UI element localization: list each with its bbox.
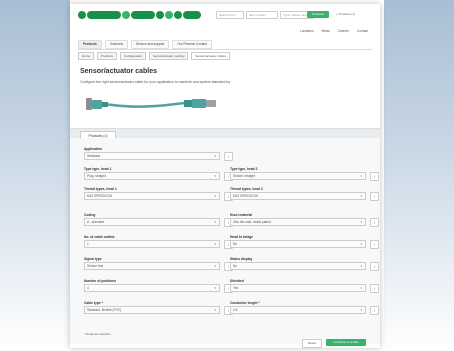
head-bridge-select[interactable]: No ▾ <box>230 240 366 248</box>
field-type-head2: Type type, head 2 Socket, straight ▾ <box>230 167 366 180</box>
signal-type-select[interactable]: Sensor bus ▾ <box>84 262 220 270</box>
search-button[interactable]: Products <box>307 11 329 18</box>
search-input-term[interactable]: Search term <box>216 11 244 19</box>
cable-product-image <box>86 98 216 110</box>
field-label: Conductor length * <box>230 301 260 305</box>
knurl-select[interactable]: Zinc die-cast, nickel-plated ▾ <box>230 218 366 226</box>
required-mark: * <box>101 301 103 305</box>
socket-head-right <box>184 99 216 108</box>
field-shielded: Shielded Yes ▾ <box>230 279 366 292</box>
field-positions: Number of positions 4 ▾ <box>84 279 220 292</box>
info-icon[interactable]: i <box>224 152 233 161</box>
field-coding: Coding A - standard ▾ <box>84 213 220 226</box>
breadcrumb: Home Products Configurators Sensor/actua… <box>78 52 231 60</box>
nav-tab-products[interactable]: Products <box>78 40 102 49</box>
cable-line <box>107 101 185 108</box>
info-icon[interactable]: i <box>370 306 379 315</box>
nav-news[interactable]: News <box>322 29 330 33</box>
field-signal-type: Signal type Sensor bus ▾ <box>84 257 220 270</box>
field-head-bridge: Head to bridge No ▾ <box>230 235 366 248</box>
nav-locations[interactable]: Locations <box>300 29 314 33</box>
type-head1-select[interactable]: Plug, straight ▾ <box>84 172 220 180</box>
company-logo[interactable] <box>78 9 201 20</box>
cart-link[interactable]: + Products (1) <box>336 12 355 16</box>
user-nav: Locations News Careers Contact <box>300 29 368 33</box>
field-thread-head1: Thread types, head 1 M12 SPEEDCON ▾ <box>84 187 220 200</box>
info-icon[interactable]: i <box>370 240 379 249</box>
coding-select[interactable]: A - standard ▾ <box>84 218 220 226</box>
info-icon[interactable]: i <box>370 192 379 201</box>
background-right <box>384 0 454 351</box>
required-note: * Required selection <box>84 332 111 336</box>
main-nav: Products Solutions Service and support O… <box>78 40 372 50</box>
field-label: Number of positions <box>84 279 117 283</box>
positions-select[interactable]: 4 ▾ <box>84 284 220 292</box>
field-label: Knurl material <box>230 213 253 217</box>
page-subtitle: Configure the right sensor/actuator cabl… <box>80 80 231 84</box>
breadcrumb-configurators[interactable]: Configurators <box>119 52 146 60</box>
continue-button[interactable]: Continue to results <box>326 339 366 346</box>
field-label: Type type, head 2 <box>230 167 258 171</box>
cable-outlets-select[interactable]: 1 ▾ <box>84 240 220 248</box>
plug-head-left <box>86 98 108 110</box>
field-conductor-length: Conductor length * 0.5 ▾ <box>230 301 366 314</box>
nav-tab-service[interactable]: Service and support <box>130 40 170 49</box>
status-display-select[interactable]: No ▾ <box>230 262 366 270</box>
page-title: Sensor/actuator cables <box>80 68 158 75</box>
type-head2-select[interactable]: Socket, straight ▾ <box>230 172 366 180</box>
shielded-select[interactable]: Yes ▾ <box>230 284 366 292</box>
reset-button[interactable]: Reset <box>302 339 322 348</box>
search-input-item[interactable]: Item number <box>246 11 278 19</box>
breadcrumb-current: Sensor/actuator cables <box>191 52 231 60</box>
field-label: Signal type <box>84 257 102 261</box>
info-icon[interactable]: i <box>370 262 379 271</box>
nav-careers[interactable]: Careers <box>338 29 349 33</box>
field-application: Application Standard ▾ <box>84 147 220 160</box>
field-label: Head to bridge <box>230 235 254 239</box>
field-cable-type: Cable type * Standard, flexible (PVC) ▾ <box>84 301 220 314</box>
nav-contact[interactable]: Contact <box>357 29 368 33</box>
breadcrumb-products[interactable]: Products <box>97 52 117 60</box>
thread-head1-select[interactable]: M12 SPEEDCON ▾ <box>84 192 220 200</box>
application-select[interactable]: Standard ▾ <box>84 152 220 160</box>
top-bar: Search term Item number Type / article n… <box>70 4 380 26</box>
nav-tab-company[interactable]: Our Phoenix Contact <box>172 40 212 49</box>
browser-page: Search term Item number Type / article n… <box>70 4 380 348</box>
field-label: Shielded <box>230 279 244 283</box>
conductor-length-select[interactable]: 0.5 ▾ <box>230 306 366 314</box>
field-label: Thread types, head 2 <box>230 187 263 191</box>
thread-head2-select[interactable]: M12 SPEEDCON ▾ <box>230 192 366 200</box>
field-label: Cable type * <box>84 301 103 305</box>
field-label: Application <box>84 147 102 151</box>
info-icon[interactable]: i <box>370 218 379 227</box>
field-label: Type type, head 1 <box>84 167 112 171</box>
required-mark: * <box>258 301 260 305</box>
field-label: Status display <box>230 257 253 261</box>
nav-tab-solutions[interactable]: Solutions <box>104 40 128 49</box>
field-label: Thread types, head 1 <box>84 187 117 191</box>
cable-type-select[interactable]: Standard, flexible (PVC) ▾ <box>84 306 220 314</box>
background-left <box>0 0 70 351</box>
field-knurl: Knurl material Zinc die-cast, nickel-pla… <box>230 213 366 226</box>
field-thread-head2: Thread types, head 2 M12 SPEEDCON ▾ <box>230 187 366 200</box>
field-cable-outlets: No. of cable outlets 1 ▾ <box>84 235 220 248</box>
field-status-display: Status display No ▾ <box>230 257 366 270</box>
breadcrumb-cabling[interactable]: Sensor/actuator cabling <box>148 52 189 60</box>
info-icon[interactable]: i <box>370 172 379 181</box>
field-label: Coding <box>84 213 96 217</box>
info-icon[interactable]: i <box>370 284 379 293</box>
field-type-head1: Type type, head 1 Plug, straight ▾ <box>84 167 220 180</box>
field-label: No. of cable outlets <box>84 235 115 239</box>
breadcrumb-home[interactable]: Home <box>78 52 95 60</box>
